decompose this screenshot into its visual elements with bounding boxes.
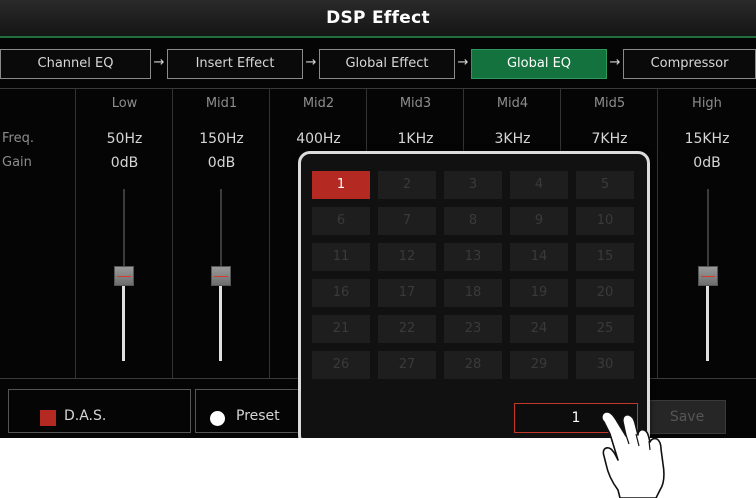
gain-slider-thumb[interactable] [114,266,134,286]
band-frequency[interactable]: 1KHz [367,131,464,147]
preset-number-cell[interactable]: 25 [576,315,634,343]
gain-slider-track[interactable] [123,189,125,273]
band-frequency[interactable]: 7KHz [561,131,658,147]
band-frequency[interactable]: 15KHz [658,131,756,147]
tab-global-eq[interactable]: Global EQ [471,49,607,79]
preset-number-cell[interactable]: 12 [378,243,436,271]
preset-number-cell[interactable]: 11 [312,243,370,271]
chain-arrow-icon: → [153,55,165,70]
preset-number-cell[interactable]: 26 [312,351,370,379]
preset-number-cell[interactable]: 18 [444,279,502,307]
preset-number-cell[interactable]: 21 [312,315,370,343]
gain-slider-thumb[interactable] [211,266,231,286]
gain-slider-track[interactable] [220,189,222,273]
band-gain: 0dB [110,155,139,171]
radio-dot-icon[interactable] [210,411,225,426]
das-label[interactable]: D.A.S. [64,408,106,424]
tab-channel-eq[interactable]: Channel EQ [0,49,151,79]
preset-number-cell[interactable]: 30 [576,351,634,379]
preset-number-cell[interactable]: 22 [378,315,436,343]
chain-arrow-icon: → [609,55,621,70]
band-frequency[interactable]: 400Hz [270,131,367,147]
preset-number-cell[interactable]: 4 [510,171,568,199]
preset-number-cell[interactable]: 5 [576,171,634,199]
band-header: Mid3 [399,96,432,111]
band-header: Mid5 [593,96,626,111]
dsp-effect-screen: DSP Effect Channel EQ → Insert Effect → … [0,0,756,438]
preset-number-cell[interactable]: 10 [576,207,634,235]
gain-slider-track[interactable] [706,283,709,361]
preset-number-cell[interactable]: 7 [378,207,436,235]
chain-arrow-icon: → [305,55,317,70]
band-gain: 0dB [207,155,236,171]
preset-picker-popup: 1 2 3 4 5 6 7 8 9 10 11 12 13 14 15 16 17 18 19 20 21 22 23 24 2… [298,151,650,438]
tab-global-effect[interactable]: Global Effect [319,49,455,79]
red-square-icon [40,410,56,426]
page-title: DSP Effect [326,8,430,28]
preset-number-cell[interactable]: 23 [444,315,502,343]
band-frequency[interactable]: 150Hz [173,131,270,147]
band-gain: 0dB [693,155,721,171]
preset-number-cell[interactable]: 2 [378,171,436,199]
preset-number-cell[interactable]: 14 [510,243,568,271]
preset-number-cell[interactable]: 27 [378,351,436,379]
gain-slider-track[interactable] [707,189,709,273]
title-bar: DSP Effect [0,0,756,38]
preset-number-cell[interactable]: 1 [312,171,370,199]
preset-number-cell[interactable]: 6 [312,207,370,235]
gain-slider-track[interactable] [219,283,222,361]
preset-number-cell[interactable]: 9 [510,207,568,235]
preset-number-cell[interactable]: 29 [510,351,568,379]
gain-row-label: Gain [2,155,32,170]
preset-number-cell[interactable]: 24 [510,315,568,343]
band-header: Mid2 [302,96,335,111]
band-header: Low [111,96,138,111]
band-frequency[interactable]: 3KHz [464,131,561,147]
preset-number-cell[interactable]: 15 [576,243,634,271]
preset-number-cell[interactable]: 8 [444,207,502,235]
band-header: Mid4 [496,96,529,111]
tab-compressor[interactable]: Compressor [623,49,756,79]
tab-insert-effect[interactable]: Insert Effect [167,49,303,79]
chain-arrow-icon: → [457,55,469,70]
preset-number-cell[interactable]: 28 [444,351,502,379]
preset-number-cell[interactable]: 3 [444,171,502,199]
preset-number-cell[interactable]: 13 [444,243,502,271]
preset-number-cell[interactable]: 16 [312,279,370,307]
band-header: High [692,96,722,111]
preset-number-cell[interactable]: 20 [576,279,634,307]
gain-slider-track[interactable] [122,283,125,361]
band-frequency[interactable]: 50Hz [76,131,173,147]
preset-number-cell[interactable]: 17 [378,279,436,307]
pointing-hand-icon [601,411,665,498]
preset-label[interactable]: Preset [236,408,280,424]
band-header: Mid1 [205,96,238,111]
preset-number-cell[interactable]: 19 [510,279,568,307]
freq-row-label: Freq. [2,131,34,146]
gain-slider-thumb[interactable] [698,266,718,286]
